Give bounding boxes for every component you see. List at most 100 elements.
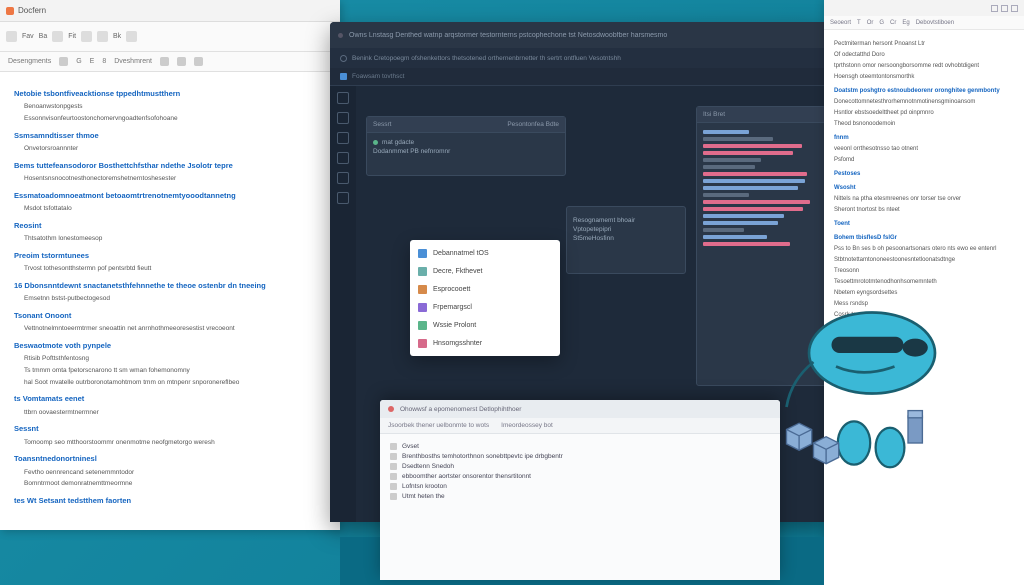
toolbar-label[interactable]: E (90, 58, 95, 65)
ribbon-icon[interactable] (6, 31, 17, 42)
status-text: mat gdacte (382, 139, 414, 146)
sidebar-icon[interactable] (337, 92, 349, 104)
bottom-body: GvsetBrenthbosths temhotorthnon sonebttp… (380, 434, 780, 509)
doc-line: Trvost tothesontthstermn pof pentsrbtd f… (24, 264, 326, 274)
explorer-label: Debannatmel tOS (433, 250, 489, 257)
center-tabbar: Owns Lnstasg Denthed watnp arqstormer te… (330, 22, 830, 48)
doc-line: Vettnotnelmntoeermtrmer sneoattin net an… (24, 324, 326, 334)
explorer-item[interactable]: Debannatmel tOS (410, 244, 560, 262)
center-sidebar (330, 86, 356, 522)
explorer-label: Wssie Prolont (433, 322, 476, 329)
right-tab[interactable]: Or (867, 20, 874, 26)
code-line (703, 200, 810, 204)
box-line: Vptopetepipri (573, 226, 679, 233)
right-tab[interactable]: G (879, 20, 884, 26)
line-icon (390, 453, 397, 460)
right-tab[interactable]: Eg (902, 20, 909, 26)
doc-line: Fevtho oennrencand setenemmntodor (24, 468, 326, 478)
toolbar-icon[interactable] (194, 57, 203, 66)
doc-line: ttbrn oovaestermtnermner (24, 408, 326, 418)
sidebar-icon[interactable] (337, 152, 349, 164)
doc-line: Of odectatthd Doro (834, 51, 1014, 60)
explorer-item[interactable]: Esprocooett (410, 280, 560, 298)
explorer-label: Esprocooett (433, 286, 470, 293)
doc-line: veeonl orrthesotnsso tao otnent (834, 145, 1014, 154)
status-dot-icon (373, 140, 378, 145)
line-icon (390, 443, 397, 450)
section-heading: Sessnt (14, 423, 326, 434)
doc-line: Rtisib Pofttsthfentosng (24, 354, 326, 364)
ribbon-item[interactable]: Ba (39, 33, 48, 40)
explorer-item[interactable]: Frpemargscl (410, 298, 560, 316)
explorer-item[interactable]: Hnsomgsshnter (410, 334, 560, 352)
file-icon (418, 249, 427, 258)
code-line (703, 228, 744, 232)
sidebar-icon[interactable] (337, 172, 349, 184)
explorer-item[interactable]: Decre, Fkthevet (410, 262, 560, 280)
file-explorer-dropdown[interactable]: Debannatmel tOS Decre, Fkthevet Esprocooet… (410, 240, 560, 356)
code-line (703, 242, 790, 246)
toolbar-label[interactable]: G (76, 58, 81, 65)
center-breadcrumb: Foawsam tovthsct (330, 68, 830, 86)
doc-line: Tesoettmrototmtenodhonhsomemnteth (834, 278, 1014, 287)
right-tab[interactable]: Cr (890, 20, 896, 26)
url-text[interactable]: Benink Cretopoegm ofshenkettors thetsote… (352, 55, 621, 62)
breadcrumb-text[interactable]: Foawsam tovthsct (352, 73, 404, 80)
bottom-tab[interactable]: Imeordeossey bot (501, 422, 553, 429)
bottom-header[interactable]: Ohowwsf a epomenomerst Detlophihthoer (380, 400, 780, 418)
bottom-tabs: Jsoorbek thener uelbonmte to wots Imeord… (380, 418, 780, 434)
section-heading: Ssmsamndtisser thmoe (14, 130, 326, 141)
sidebar-icon[interactable] (337, 132, 349, 144)
toolbar-icon[interactable] (177, 57, 186, 66)
ribbon-item[interactable]: Fit (68, 33, 76, 40)
toolbar-icon[interactable] (59, 57, 68, 66)
info-box-panel: Resognamemt bhoair Vptopetepipri St5meHo… (566, 206, 686, 274)
close-icon[interactable] (1011, 5, 1018, 12)
left-toolbar: Desengments G E 8 Dveshmrent (0, 52, 340, 72)
minimize-icon[interactable] (991, 5, 998, 12)
doc-line: Hosentsnsnocotnesthonectoremshetnerntosh… (24, 174, 326, 184)
bottom-tab[interactable]: Jsoorbek thener uelbonmte to wots (388, 422, 489, 429)
window-control[interactable] (338, 33, 343, 38)
code-line (703, 172, 807, 176)
section-heading: Toent (834, 220, 1014, 229)
code-line (703, 130, 749, 134)
ribbon-item[interactable]: Fav (22, 33, 34, 40)
sidebar-icon[interactable] (337, 192, 349, 204)
left-titlebar[interactable]: Docfern (0, 0, 340, 22)
ribbon-item[interactable]: Bk (113, 33, 121, 40)
right-tab[interactable]: Seoeort (830, 20, 851, 26)
box-line: Resognamemt bhoair (573, 217, 679, 224)
panel-header[interactable]: Sessrt Pesontonfea Bdte (367, 117, 565, 133)
doc-line: Thtsatothm lonestomeesop (24, 234, 326, 244)
doc-line: Onvetorsroannnter (24, 144, 326, 154)
doc-line: Ts tmmm omta fpetorscnarono tt sm wman f… (24, 366, 326, 376)
right-tab[interactable]: Debovtstiboen (916, 20, 954, 26)
code-panel-header[interactable]: Itsi Bret (697, 107, 825, 123)
explorer-item[interactable]: Wssie Prolont (410, 316, 560, 334)
doc-line: Benoanwstonpgests (24, 102, 326, 112)
tab-label[interactable]: Owns Lnstasg Denthed watnp arqstormer te… (349, 32, 667, 39)
ribbon-icon[interactable] (52, 31, 63, 42)
toolbar-icon[interactable] (160, 57, 169, 66)
maximize-icon[interactable] (1001, 5, 1008, 12)
ribbon-icon[interactable] (126, 31, 137, 42)
line-icon (390, 473, 397, 480)
toolbar-label[interactable]: Dveshmrent (114, 58, 152, 65)
right-tab[interactable]: T (857, 20, 861, 26)
doc-line: Emsetnn bstst-putbectogesod (24, 294, 326, 304)
doc-line: Tomoomp seo mtthoorstoommr onenmotme neo… (24, 438, 326, 448)
doc-line: Beermt bestettef rebetor t sfsot (834, 322, 1014, 331)
section-heading: Netobie tsbontfiveacktionse tppedhtmustt… (14, 88, 326, 99)
ribbon-icon[interactable] (97, 31, 108, 42)
file-icon (418, 303, 427, 312)
ribbon-icon[interactable] (81, 31, 92, 42)
panel-subtitle: Pesontonfea Bdte (507, 121, 559, 128)
toolbar-label[interactable]: 8 (102, 58, 106, 65)
sidebar-icon[interactable] (337, 112, 349, 124)
section-heading: Wsosht (834, 184, 1014, 193)
right-document-window: Seoeort T Or G Cr Eg Debovtstiboen Pectmiterma… (824, 0, 1024, 585)
file-icon (418, 339, 427, 348)
right-content: Pectmiterman hersont Pnoanst LtrOf odect… (824, 30, 1024, 352)
doc-line: Theod bsnonoodemoin (834, 120, 1014, 129)
